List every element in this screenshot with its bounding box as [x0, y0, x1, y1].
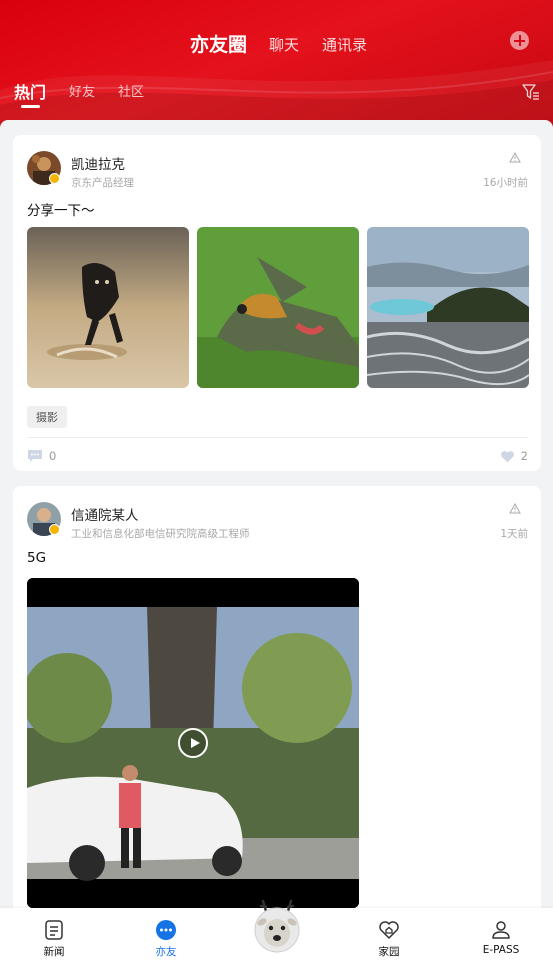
plus-circle-icon[interactable] — [510, 31, 529, 50]
user-icon — [492, 921, 510, 939]
post-text: 5G — [27, 550, 47, 566]
top-header: 亦友圈 聊天 通讯录 热门 好友 社区 — [0, 0, 553, 128]
post-card[interactable]: 信通院某人 工业和信息化部电信研究院高级工程师 1天前 5G — [13, 486, 541, 910]
deer-mascot-icon[interactable] — [253, 897, 301, 955]
like-button[interactable]: 2 — [500, 448, 528, 464]
author-title: 京东产品经理 — [71, 177, 134, 189]
verified-badge-icon — [49, 173, 60, 184]
post-time: 1天前 — [500, 528, 528, 540]
post-video[interactable] — [27, 578, 359, 908]
author-title: 工业和信息化部电信研究院高级工程师 — [71, 528, 250, 540]
sub-tab-hot[interactable]: 热门 — [14, 79, 46, 103]
topic-tag[interactable]: 摄影 — [27, 406, 67, 428]
post-card[interactable]: 凯迪拉克 京东产品经理 16小时前 分享一下～ 摄影 0 2 — [13, 135, 541, 471]
comment-button[interactable]: 0 — [27, 448, 56, 464]
chat-bubble-icon — [156, 920, 176, 940]
divider — [27, 437, 528, 438]
report-warning-icon[interactable] — [509, 503, 521, 514]
post-text: 分享一下～ — [27, 203, 95, 219]
verified-badge-icon — [49, 524, 60, 535]
nav-item-yiyou[interactable]: 亦友 — [126, 918, 206, 959]
play-icon[interactable] — [178, 728, 208, 758]
report-warning-icon[interactable] — [509, 152, 521, 163]
nav-label-home: 家园 — [378, 946, 400, 958]
nav-label-epass: E-PASS — [482, 944, 520, 956]
filter-icon[interactable] — [521, 82, 541, 102]
sub-tab-community[interactable]: 社区 — [118, 81, 144, 100]
active-tab-indicator — [21, 105, 40, 108]
sub-tab-friends[interactable]: 好友 — [69, 81, 95, 100]
post-image-running-dog[interactable] — [27, 227, 189, 388]
nav-label-yiyou: 亦友 — [155, 946, 177, 958]
like-count: 2 — [520, 449, 528, 463]
news-icon — [45, 920, 63, 940]
comment-icon — [28, 450, 42, 462]
post-image-glacier-landscape[interactable] — [367, 227, 529, 388]
tab-contacts[interactable]: 通讯录 — [322, 34, 367, 55]
nav-label-news: 新闻 — [43, 946, 65, 958]
tab-chat[interactable]: 聊天 — [269, 34, 299, 55]
tab-yiyouquan[interactable]: 亦友圈 — [190, 30, 247, 57]
post-image-crocodile[interactable] — [197, 227, 359, 388]
comment-count: 0 — [49, 449, 57, 463]
nav-item-epass[interactable]: E-PASS — [461, 918, 541, 956]
home-heart-icon — [379, 921, 399, 939]
nav-item-news[interactable]: 新闻 — [14, 918, 94, 959]
post-time: 16小时前 — [483, 177, 528, 189]
feed-list[interactable]: 凯迪拉克 京东产品经理 16小时前 分享一下～ 摄影 0 2 信通院某人 工业和… — [0, 120, 553, 910]
author-name[interactable]: 信通院某人 — [71, 504, 139, 524]
nav-item-home[interactable]: 家园 — [349, 918, 429, 959]
author-name[interactable]: 凯迪拉克 — [71, 153, 125, 173]
heart-icon — [500, 450, 514, 462]
